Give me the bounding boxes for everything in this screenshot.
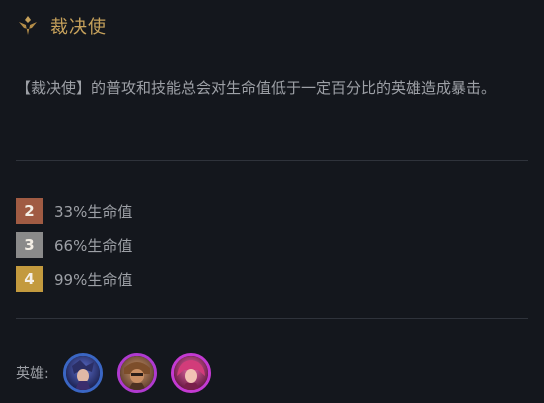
sword-icon <box>16 14 40 38</box>
trait-title: 裁决使 <box>50 17 107 38</box>
champion-list: 英雄: <box>16 350 225 396</box>
champion-portrait-2[interactable] <box>116 353 157 393</box>
tier-row: 2 33%生命值 <box>16 194 132 228</box>
tier-text: 99%生命值 <box>54 270 133 289</box>
trait-description: 【裁决使】的普攻和技能总会对生命值低于一定百分比的英雄造成暴击。 <box>16 79 497 97</box>
champions-label: 英雄: <box>16 366 49 382</box>
tier-badge: 4 <box>16 266 43 292</box>
tier-row: 4 99%生命值 <box>16 262 132 296</box>
divider <box>16 318 528 319</box>
trait-tooltip-panel: 裁决使 【裁决使】的普攻和技能总会对生命值低于一定百分比的英雄造成暴击。 2 3… <box>0 0 544 403</box>
tier-text: 66%生命值 <box>54 236 133 255</box>
tier-text: 33%生命值 <box>54 202 133 221</box>
tier-badge: 2 <box>16 198 43 224</box>
tier-row: 3 66%生命值 <box>16 228 132 262</box>
champion-portrait-3[interactable] <box>170 353 211 393</box>
divider <box>16 160 528 161</box>
tier-list: 2 33%生命值 3 66%生命值 4 99%生命值 <box>16 194 132 296</box>
tier-badge: 3 <box>16 232 43 258</box>
trait-header: 裁决使 <box>16 12 107 40</box>
champion-portrait-1[interactable] <box>62 353 103 393</box>
